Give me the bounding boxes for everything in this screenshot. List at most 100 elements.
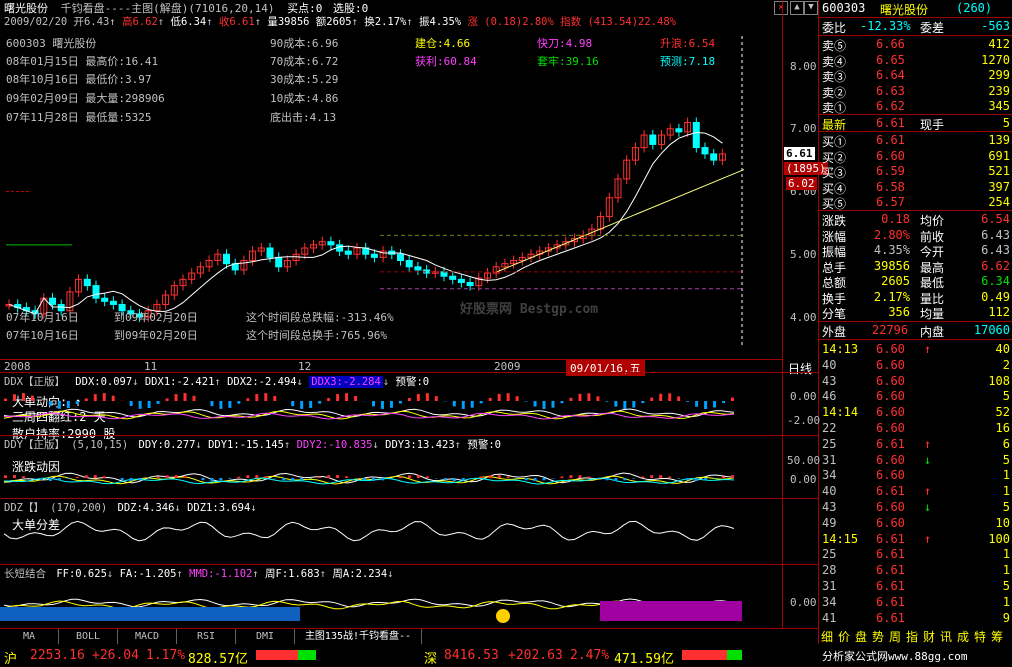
indicator-bar [93,394,97,401]
bottom-tab-2[interactable]: 盘 [855,628,867,645]
tick-price: 6.60 [876,389,905,404]
bottom-tab-9[interactable]: 特 [974,628,986,645]
bottom-tab-10[interactable]: 筹 [991,628,1003,645]
tick-row: 28 6.61 1 [820,563,1012,579]
period-stat-1: 这个时间段总跌幅:-313.46% [246,311,394,324]
kline-candle [414,266,422,271]
close-button[interactable]: × [774,1,788,15]
inner-label: 内盘 [920,325,945,339]
indicator-bar [66,401,70,409]
info-position: 建仓:4.66 [415,37,471,50]
stats-row: 涨跌 0.18 均价 6.54 [820,212,1012,228]
stat-value: 6.62 [981,258,1010,273]
buy-volume: 691 [988,148,1010,163]
info-trapped: 套牢:39.16 [537,55,599,68]
tab-rsi[interactable]: RSI [177,629,236,644]
stats-row: 振幅 4.35% 今开 6.43 [820,243,1012,259]
kline-candle [692,121,700,149]
tick-price: 6.61 [876,579,905,593]
tick-time: 34 [822,594,837,609]
bottom-tab-5[interactable]: 指 [906,628,918,645]
indicator-bar [596,396,600,401]
indicator-bar [731,475,735,478]
buy-row: 买⑤ 6.57 254 [820,195,1012,211]
long-short-chart[interactable] [0,565,782,628]
indicator-bar [165,475,169,478]
period-to-1: 到09年02月20日 [114,311,198,324]
indicator-bar [219,401,223,409]
bottom-tab-0[interactable]: 细 [821,628,833,645]
scroll-up-button[interactable]: ▲ [790,1,804,15]
ddx-axis-0: 0.00 [790,390,817,403]
indicator-bar [291,401,295,407]
tick-time: 14:14 [822,405,859,420]
stat-value: 0.49 [981,289,1010,304]
tick-price: 6.60 [876,421,905,435]
tick-price: 6.61 [876,484,905,499]
indicator-bar [488,397,492,401]
indicator-bar [596,478,600,479]
bottom-tab-6[interactable]: 财 [923,628,935,645]
ddx-chart[interactable] [0,373,782,435]
watermark: 好股票网 Bestgp.com [460,302,599,317]
indicator-bar [461,401,465,409]
outer-value: 22796 [872,323,909,337]
bottom-tab-4[interactable]: 周 [889,628,901,645]
buy-price: 6.61 [876,133,905,147]
tab-main-chart[interactable]: 主图135战!千钧看盘-- [295,629,422,644]
indicator-bar [174,475,178,478]
info-high: 高6.62 [122,16,158,28]
tick-row: 14:13 6.60 ↑ 40 [820,342,1012,358]
info-predict: 预测:7.18 [660,55,716,68]
tick-time: 43 [822,373,837,388]
tab-boll[interactable]: BOLL [59,629,118,644]
bottom-tab-1[interactable]: 价 [838,628,850,645]
sz-change: +202.63 [508,648,563,663]
sell-label: 卖③ [822,70,847,84]
indicator-bar [641,476,645,478]
info-turnover: 换2.17% [364,16,407,28]
scroll-down-button[interactable]: ▼ [804,1,818,15]
indicator-bar [255,475,259,478]
tick-row: 14:15 6.61 ↑ 100 [820,532,1012,548]
tab-ma[interactable]: MA [0,629,59,644]
info-change: 涨 (0.18)2.80% [467,16,554,28]
price-axis-7: 7.00 [790,122,817,135]
indicator-bar [12,475,16,478]
period-button[interactable]: 日线 [788,360,812,377]
sell-row: 卖① 6.62 345 [820,99,1012,115]
indicator-bar [605,478,609,481]
ddz-chart[interactable] [0,499,782,564]
tick-time: 49 [822,515,837,530]
bottom-tab-3[interactable]: 势 [872,628,884,645]
buy-label: 买⑤ [822,197,847,211]
fund-area [0,607,300,621]
stat-value: 6.43 [981,227,1010,242]
tick-price: 6.60 [876,342,905,356]
sz-pct: 2.47% [570,648,610,663]
bottom-tab-7[interactable]: 讯 [940,628,952,645]
period-to-2: 到09年02月20日 [114,329,198,342]
indicator-bar [398,476,402,478]
tick-volume: 1 [1002,563,1010,578]
bottom-tab-8[interactable]: 成 [957,628,969,645]
indicator-bar [551,401,555,408]
tab-dmi[interactable]: DMI [236,629,295,644]
tab-macd[interactable]: MACD [118,629,177,644]
chart-right-border [782,0,783,628]
indicator-bar [632,401,636,408]
indicator-bar [722,476,726,478]
info-low: 低6.34 [170,16,207,28]
tick-price: 6.60 [876,405,905,420]
indicator-bar [129,401,133,407]
tick-time: 22 [822,421,837,435]
tick-volume: 9 [1002,610,1010,625]
weibi-row: 委比 -12.33% 委差 -563 [820,19,1012,35]
ddy-chart[interactable] [0,436,782,498]
info-cost30: 30成本:5.29 [270,73,339,86]
indicator-bar [470,478,474,479]
tick-row: 43 6.60 ↓ 5 [820,500,1012,516]
stat-label: 涨跌 [822,214,847,228]
indicator-bar [273,395,277,401]
indicator-bar [282,478,286,481]
